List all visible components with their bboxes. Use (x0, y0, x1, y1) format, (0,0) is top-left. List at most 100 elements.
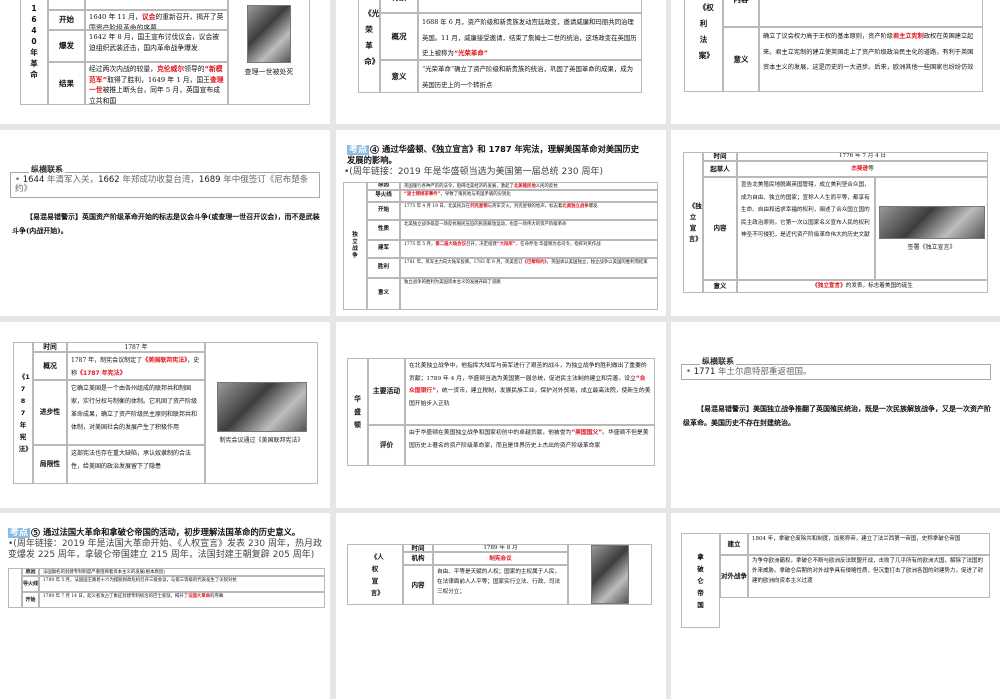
row-content: 1642 年 8 月，国王宣布讨伐议会，议会被迫组织武装还击，国内革命战争爆发 (85, 30, 228, 62)
row-text: 1776 年 7 月 4 日 (838, 153, 887, 160)
row-content: 独立战争的胜利为美国资本主义的发展开辟了道路 (400, 278, 658, 310)
row-content: 这部宪法也存在重大缺陷，承认奴隶制的合法性，给美国的政治发展留下了隐患 (67, 445, 205, 484)
highlight-text: “新模范军” (89, 65, 223, 84)
slide-thumbnail[interactable]: 纵横联系 • 1644 年清军入关，1662 年郑成功收复台湾，1689 年中俄签… (0, 130, 330, 316)
table-title-cell: 独立战争 (343, 182, 367, 310)
highlight-text: 君主立宪制 (892, 33, 924, 40)
table-title: 《独立宣言》 (688, 201, 702, 243)
row-label: 评价 (368, 425, 405, 466)
row-label: 结果 (48, 62, 85, 105)
row-content: 为争夺欧洲霸权，拿破仑不断与欧洲反法联盟开战，击败了几乎所有的欧洲大国，解除了法… (748, 555, 990, 598)
warning-note: 【易混易错警示】英国资产阶级革命开始的标志是议会斗争(或查理一世召开议会)，而不… (12, 210, 320, 238)
row-label: 时间 (403, 544, 433, 552)
related-links-bullet: • 1644 年清军入关，1662 年郑成功收复台湾，1689 年中俄签订《尼布… (15, 175, 309, 195)
row-text: “波士顿倾茶事件”，导致了殖民地与英国矛盾的尖锐化 (404, 192, 511, 197)
table-title: 《1787年宪法》 (18, 373, 32, 453)
image-cell: 签署《独立宣言》 (875, 177, 988, 280)
highlight-text: 杰斐逊 (851, 165, 869, 172)
topic-heading: 考点 4 通过华盛顿、《独立宣言》和 1787 年宪法，理解美国革命对美国历史发展的… (347, 144, 647, 166)
row-content: 由于华盛顿在美国独立战争和国家初创中的卓越贡献，他被誉为“美国国父”。华盛顿不但… (405, 425, 655, 466)
row-label: 性质 (367, 220, 400, 240)
slide-thumbnail[interactable]: 《1787年宪法》 时间 1787 年概况 1787 年，制宪会议制定了《美国联邦宪法… (0, 322, 330, 508)
row-content: 在北美独立战争中，他指挥大陆军与英军进行了艰苦的战斗，为独立战争的胜利做出了重要… (405, 358, 655, 425)
row-content: 制宪会议 (433, 552, 568, 565)
year: 1771 (693, 367, 716, 377)
slide-thumbnail[interactable]: 考点 5 通过法国大革命和拿破仑帝国的活动，初步理解法国革命的历史意义。 •(周年链接… (0, 513, 330, 699)
related-links-label: 纵横联系 (700, 356, 736, 367)
highlight-text: 北美殖民地 (513, 184, 536, 189)
table-title-cell: 华盛顿 (347, 358, 368, 466)
row-label: 背景 (48, 0, 85, 10)
highlight-text: 《美国联邦宪法》 (142, 357, 188, 364)
anniversary-note: •(周年链接：2019 年是法国大革命开始、《人权宣言》发表 230 周年，热月… (8, 539, 322, 560)
table-title-cell: 《光荣革命》 (358, 0, 380, 93)
row-text: 1775 年 4 月 19 日，北美民兵在列克星顿与英军交火，列克星顿的枪声，标… (404, 204, 598, 209)
row-label: 内容 (723, 0, 759, 27)
highlight-text: “合众国银行” (409, 375, 646, 395)
row-text: 为争夺欧洲霸权，拿破仑不断与欧洲反法联盟开战，击败了几乎所有的欧洲大国，解除了法… (752, 558, 984, 584)
warning-label: 【易混易错警示】 (697, 405, 753, 413)
topic-title: 通过华盛顿、《独立宣言》和 1787 年宪法，理解美国革命对美国历史发展的影响。 (347, 144, 640, 165)
image-cell: 制宪会议通过《美国联邦宪法》 (205, 342, 318, 484)
row-content: 1787 年，制宪会议制定了《美国联邦宪法》，史称《1787 年宪法》 (67, 352, 205, 380)
image-caption: 制宪会议通过《美国联邦宪法》 (219, 436, 304, 444)
row-content: “光荣革命”确立了资产阶级和新贵族的统治，巩固了英国革命的成果，成为英国历史上的… (418, 60, 642, 93)
row-content: 1640 年 11 月，议会的重新召开，揭开了英国资产阶级革命的序幕 (85, 10, 228, 30)
row-content: 1688 年 6 月，资产阶级和新贵族发动宫廷政变，邀请威廉和玛丽共同治理英国。… (418, 13, 642, 60)
slide-thumbnail[interactable]: 《人权宣言》 时间 1789 年 8 月机构 制宪会议 内容 自由、平等是天赋的人权；国家… (336, 513, 666, 699)
row-label: 对外战争 (720, 555, 748, 598)
row-label: 意义 (367, 278, 400, 310)
row-content: 1789 年 8 月 (433, 544, 568, 552)
slide-thumbnail[interactable]: 考点 4 通过华盛顿、《独立宣言》和 1787 年宪法，理解美国革命对美国历史发展的… (336, 130, 666, 316)
slide-thumbnail[interactable]: 华盛顿 主要活动 在北美独立战争中，他指挥大陆军与英军进行了艰苦的战斗，为独立战争的… (336, 322, 666, 508)
highlight-text: 议会 (141, 13, 156, 21)
row-text: 1789 年 5 月，法国国王路易十六为摆脱财政危机召开三级会议，与第三等级的代… (43, 578, 237, 583)
row-label: 概况 (380, 13, 418, 60)
highlight-text: 北美独立战争 (562, 204, 589, 209)
row-label: 导火线 (22, 576, 39, 592)
topic-title: 通过法国大革命和拿破仑帝国的活动，初步理解法国革命的历史意义。 (43, 527, 301, 537)
slide-thumbnail[interactable]: 《独立宣言》 时间 1776 年 7 月 4 日起草人 杰斐逊等 内容 宣告北美殖民地脱离… (671, 130, 1000, 316)
table-title-cell: 《权利法案》 (684, 0, 723, 92)
row-text: 1688 年 6 月，资产阶级和新贵族发动宫廷政变，邀请威廉和玛丽共同治理英国。… (422, 18, 637, 57)
highlight-text: “光荣革命” (453, 49, 488, 57)
row-content: 1776 年 7 月 4 日 (737, 152, 988, 161)
highlight-text: 第二届大陆会议 (435, 242, 467, 247)
row-text: 1781 年，英军主力向大陆军投降。1783 年 9 月，英美签订《巴黎和约》，… (404, 260, 648, 265)
row-label: 导火线 (367, 190, 400, 202)
year: 1662 (98, 175, 120, 185)
row-label: 内容 (703, 177, 737, 280)
highlight-text: 《巴黎和约》 (522, 260, 547, 265)
row-text: 1775 年 5 月，第二届大陆会议召开，决定组建“大陆军”，任命乔治·华盛顿为… (404, 242, 601, 247)
row-label: 概况 (33, 352, 67, 380)
row-text: 独立战争的胜利为美国资本主义的发展开辟了道路 (404, 280, 501, 285)
row-label: 意义 (380, 60, 418, 93)
warning-note: 【易混易错警示】美国独立战争推翻了英国殖民统治，既是一次民族解放战争，又是一次资… (683, 402, 991, 430)
row-label: 原因 (22, 568, 39, 576)
row-label: 开始 (22, 592, 39, 608)
slide-thumbnail[interactable]: 《权利法案》内容力，无权废除法律，征税需经议会同意，不得干涉议员的政治活动意义确… (671, 0, 1000, 124)
row-content: 《独立宣言》的发表，标志着美国的诞生 (737, 280, 988, 293)
row-content: 1775 年 5 月，第二届大陆会议召开，决定组建“大陆军”，任命乔治·华盛顿为… (400, 240, 658, 258)
topic-number: 4 (370, 145, 380, 154)
row-text: 在北美独立战争中，他指挥大陆军与英军进行了艰苦的战斗，为独立战争的胜利做出了重要… (409, 363, 651, 408)
row-label: 胜利 (367, 258, 400, 278)
year: 1689 (198, 175, 221, 185)
row-content: 1787 年 (67, 342, 205, 352)
slide-thumbnail[interactable]: 1640年革命 背景重地阻碍着资本主义的发展开始1640 年 11 月，议会的重新… (0, 0, 330, 124)
row-content: 重地阻碍着资本主义的发展 (85, 0, 228, 10)
table-title-cell: 1640年革命 (20, 0, 48, 105)
row-content: 杰斐逊等 (737, 161, 988, 177)
highlight-text: 列克星顿 (470, 204, 488, 209)
row-content: “波士顿倾茶事件”，导致了殖民地与英国矛盾的尖锐化 (400, 190, 658, 202)
table-title: 华盛顿 (354, 394, 361, 429)
table-title-cell: 《独立宣言》 (683, 152, 703, 293)
row-label: 意义 (703, 280, 737, 293)
slide-thumbnail[interactable]: 纵横联系 • 1771 年土尔扈特部重返祖国。 【易混易错警示】美国独立战争推翻了英… (671, 322, 1000, 508)
row-label: 时间 (703, 152, 737, 161)
slide-thumbnail[interactable]: 《光荣革命》背景反动政策，企图恢复天主教，复辟封建制度概况1688 年 6 月，… (336, 0, 666, 124)
row-label: 机构 (403, 552, 433, 565)
slide-thumbnail[interactable]: 拿破仑帝国 建立 1804 年，拿破仑废除共和制度，加冕称帝，建立了法兰西第一帝国，… (671, 513, 1000, 699)
row-label: 开始 (48, 10, 85, 30)
row-content: 1775 年 4 月 19 日，北美民兵在列克星顿与英军交火，列克星顿的枪声，标… (400, 202, 658, 220)
